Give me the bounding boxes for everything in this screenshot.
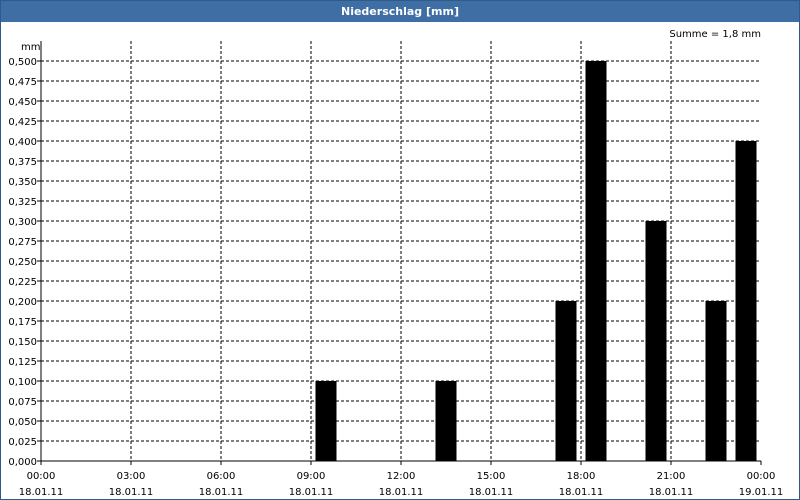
bar [585,61,607,461]
y-tick-label: 0,025 [8,437,37,448]
y-tick-label: 0,150 [8,337,37,348]
x-tick-time: 21:00 [657,471,686,482]
y-tick-label: 0,050 [8,417,37,428]
y-tick-label: 0,275 [8,237,37,248]
x-tick-time: 12:00 [387,471,416,482]
x-tick-date: 18.01.11 [379,487,424,498]
y-tick-label: 0,350 [8,177,37,188]
x-tick-date: 19.01.11 [739,487,784,498]
x-tick-time: 00:00 [27,471,56,482]
y-tick-label: 0,100 [8,377,37,388]
precipitation-chart: 0,000 0,025 0,050 0,075 0,100 0,125 0,150 0,175… [8,29,783,498]
bar [435,381,457,461]
y-tick-label: 0,225 [8,277,37,288]
tick-labels: 0,000 0,025 0,050 0,075 0,100 0,125 0,150 0,175… [8,57,783,498]
x-tick-time: 06:00 [207,471,236,482]
x-tick-date: 18.01.11 [19,487,64,498]
y-tick-label: 0,500 [8,57,37,68]
y-tick-label: 0,400 [8,137,37,148]
x-tick-date: 18.01.11 [559,487,604,498]
x-tick-time: 03:00 [117,471,146,482]
x-tick-date: 18.01.11 [289,487,334,498]
y-tick-label: 0,075 [8,397,37,408]
y-tick-label: 0,000 [8,457,37,468]
summary-label: Summe = 1,8 mm [669,29,761,40]
chart-window: Niederschlag [mm] 0,000 0,025 0,050 0,075 0,… [0,0,800,500]
y-tick-label: 0,300 [8,217,37,228]
x-tick-time: 18:00 [567,471,596,482]
y-tick-label: 0,475 [8,77,37,88]
y-tick-label: 0,125 [8,357,37,368]
bar [735,141,757,461]
bar [555,301,577,461]
x-tick-date: 18.01.11 [649,487,694,498]
y-tick-label: 0,250 [8,257,37,268]
y-tick-label: 0,450 [8,97,37,108]
y-tick-label: 0,200 [8,297,37,308]
bar [315,381,337,461]
y-tick-label: 0,325 [8,197,37,208]
x-tick-time: 09:00 [297,471,326,482]
y-tick-label: 0,375 [8,157,37,168]
bar [645,221,667,461]
y-unit-label: mm [21,42,40,53]
x-tick-time: 00:00 [747,471,776,482]
x-tick-date: 18.01.11 [469,487,514,498]
y-tick-label: 0,425 [8,117,37,128]
x-tick-date: 18.01.11 [109,487,154,498]
y-tick-label: 0,175 [8,317,37,328]
x-tick-time: 15:00 [477,471,506,482]
bar [705,301,727,461]
x-tick-date: 18.01.11 [199,487,244,498]
